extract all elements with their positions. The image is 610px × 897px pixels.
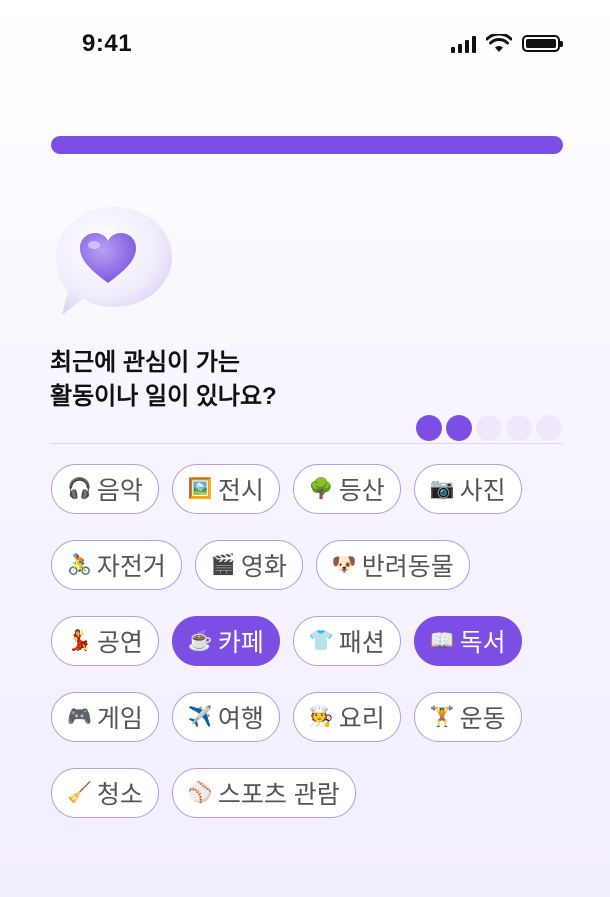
interest-chip-label: 게임 <box>96 705 143 733</box>
step-dot <box>476 415 502 441</box>
interest-chip[interactable]: 📖 독서 <box>413 616 522 666</box>
interest-chip[interactable]: 🏋️ 운동 <box>413 692 522 742</box>
interest-chip-label: 영화 <box>240 553 287 581</box>
weightlifter-icon: 🏋️ <box>429 706 455 728</box>
chip-row: 🎮 게임 ✈️ 여행 🧑‍🍳 요리 🏋️ 운동 <box>51 692 571 742</box>
broom-icon: 🧹 <box>67 782 92 804</box>
progress-bar <box>51 136 563 154</box>
interest-chip[interactable]: 🎮 게임 <box>51 692 159 742</box>
interest-chip-label: 등산 <box>338 477 385 505</box>
cook-icon: 🧑‍🍳 <box>308 706 334 728</box>
interest-chip[interactable]: 🚴 자전거 <box>51 540 182 590</box>
question-title: 최근에 관심이 가는 활동이나 일이 있나요? <box>50 346 410 414</box>
status-bar: 9:41 <box>0 0 610 92</box>
clapper-board-icon: 🎬 <box>210 554 236 576</box>
interest-chip-label: 요리 <box>338 705 385 733</box>
cyclist-icon: 🚴 <box>67 554 92 576</box>
interest-chip-label: 자전거 <box>96 553 166 581</box>
framed-picture-icon: 🖼️ <box>187 478 213 500</box>
dancer-icon: 💃 <box>67 630 92 652</box>
chip-row: 🧹 청소 ⚾ 스포츠 관람 <box>51 768 571 818</box>
headphones-icon: 🎧 <box>67 478 92 500</box>
step-dot <box>416 415 442 441</box>
divider <box>51 443 563 444</box>
tshirt-icon: 👕 <box>308 630 334 652</box>
interest-chip[interactable]: ⚾ 스포츠 관람 <box>171 768 356 818</box>
interest-chip[interactable]: 🎧 음악 <box>51 464 159 514</box>
open-book-icon: 📖 <box>429 630 455 652</box>
game-controller-icon: 🎮 <box>67 706 92 728</box>
signal-icon <box>451 35 476 53</box>
interest-chip-label: 청소 <box>96 781 143 809</box>
interest-chip-label: 음악 <box>96 477 143 505</box>
interest-chip[interactable]: ☕ 카페 <box>171 616 280 666</box>
status-time: 9:41 <box>82 30 133 57</box>
status-icons <box>451 34 563 53</box>
step-dot <box>536 415 562 441</box>
step-indicator <box>416 415 562 441</box>
airplane-icon: ✈️ <box>187 706 213 728</box>
interest-chip-label: 스포츠 관람 <box>217 781 340 809</box>
baseball-icon: ⚾ <box>187 782 213 804</box>
question-line-1: 최근에 관심이 가는 <box>50 349 240 376</box>
tree-icon: 🌳 <box>308 478 334 500</box>
question-line-2: 활동이나 일이 있나요? <box>50 383 277 410</box>
interest-chip[interactable]: 🐶 반려동물 <box>315 540 470 590</box>
chip-row: 🎧 음악 🖼️ 전시 🌳 등산 📷 사진 <box>51 464 571 514</box>
interest-chip[interactable]: 🖼️ 전시 <box>171 464 280 514</box>
chip-row: 💃 공연 ☕ 카페 👕 패션 📖 독서 <box>51 616 571 666</box>
wifi-icon <box>486 34 512 52</box>
interest-chip-label: 운동 <box>459 705 506 733</box>
dog-icon: 🐶 <box>331 554 357 576</box>
interest-chip-label: 여행 <box>217 705 264 733</box>
coffee-icon: ☕ <box>187 630 213 652</box>
step-dot <box>506 415 532 441</box>
step-dot <box>446 415 472 441</box>
interest-chip[interactable]: 🌳 등산 <box>292 464 401 514</box>
interest-chip-label: 반려동물 <box>361 553 454 581</box>
interest-chip-label: 패션 <box>338 629 385 657</box>
interest-chip-label: 공연 <box>96 629 143 657</box>
interest-chip[interactable]: 👕 패션 <box>292 616 401 666</box>
heart-bubble-icon <box>56 207 172 315</box>
interest-chip-label: 독서 <box>459 629 506 657</box>
interest-chip-label: 사진 <box>459 477 506 505</box>
battery-icon <box>522 35 563 52</box>
interest-chip[interactable]: 💃 공연 <box>51 616 159 666</box>
interest-chip[interactable]: ✈️ 여행 <box>171 692 280 742</box>
interest-chip[interactable]: 🧹 청소 <box>51 768 159 818</box>
camera-icon: 📷 <box>429 478 455 500</box>
interest-chip[interactable]: 🎬 영화 <box>194 540 303 590</box>
interest-chip-label: 전시 <box>217 477 264 505</box>
interest-chip-group: 🎧 음악 🖼️ 전시 🌳 등산 📷 사진 🚴 자전거 🎬 영화 🐶 반려동물 💃 공연 ☕ 카페 👕 패션 📖 독서 🎮 게임… <box>51 464 571 844</box>
interest-chip[interactable]: 🧑‍🍳 요리 <box>292 692 401 742</box>
interest-chip-label: 카페 <box>217 629 264 657</box>
progress-fill <box>51 136 563 154</box>
interest-chip[interactable]: 📷 사진 <box>413 464 522 514</box>
chip-row: 🚴 자전거 🎬 영화 🐶 반려동물 <box>51 540 571 590</box>
